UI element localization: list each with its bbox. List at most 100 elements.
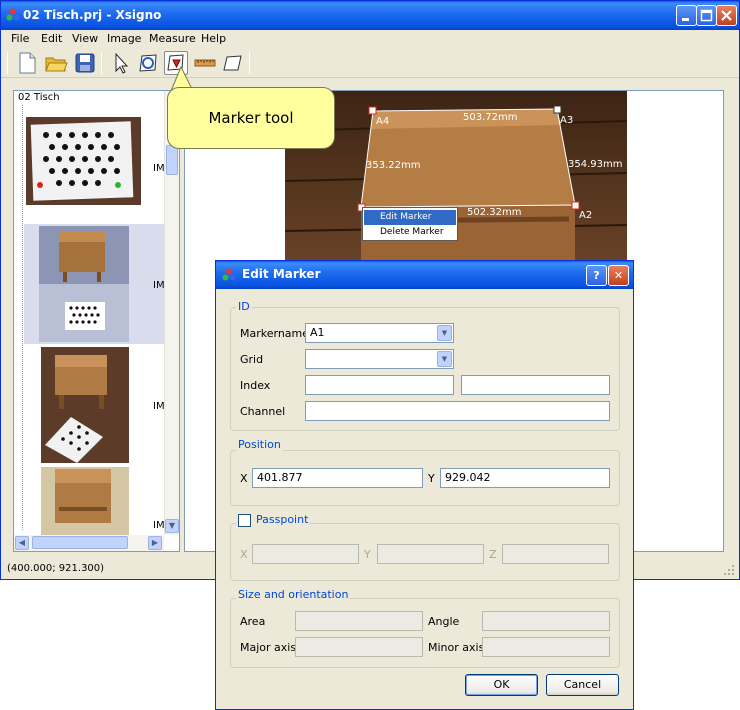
index-field-1[interactable]: [305, 375, 454, 395]
passpoint-y-label: Y: [364, 548, 371, 561]
project-node[interactable]: 02 Tisch: [18, 92, 60, 103]
x-position-field[interactable]: 401.877: [252, 468, 423, 488]
thumbnail-tree-panel[interactable]: 02 Tisch IMG_: [13, 90, 180, 552]
minor-axis-label: Minor axis: [428, 641, 485, 654]
open-button[interactable]: [44, 51, 68, 75]
tree-line: [22, 105, 23, 530]
title-bar[interactable]: 02 Tisch.prj - Xsigno: [1, 1, 739, 30]
toolbar-grip: [7, 52, 8, 74]
marker-label: A3: [560, 115, 574, 126]
maximize-icon: [700, 9, 713, 22]
photo-canvas[interactable]: [285, 91, 627, 271]
save-button[interactable]: [73, 51, 97, 75]
menu-item-edit-marker[interactable]: Edit Marker: [364, 210, 456, 225]
select-arrow-icon: [115, 52, 129, 74]
dialog-close-button[interactable]: ✕: [608, 265, 629, 286]
menu-view[interactable]: View: [72, 32, 98, 45]
close-icon: ✕: [613, 269, 624, 282]
thumbnail-image: [39, 226, 129, 342]
y-label: Y: [428, 472, 435, 485]
menu-image[interactable]: Image: [107, 32, 141, 45]
close-icon: [721, 10, 732, 21]
passpoint-x-field: [252, 544, 359, 564]
thumbnail-item[interactable]: IMG_: [24, 345, 177, 465]
toolbar-separator: [101, 52, 102, 74]
scroll-down-button[interactable]: ▼: [165, 519, 179, 533]
menu-bar: File Edit View Image Measure Help: [1, 30, 739, 48]
chevron-right-icon: ▶: [151, 538, 159, 547]
channel-field[interactable]: [305, 401, 610, 421]
help-button[interactable]: ?: [586, 265, 607, 286]
cancel-button[interactable]: Cancel: [546, 674, 619, 696]
zoom-tool-icon: [139, 54, 157, 72]
grid-combo[interactable]: ▼: [305, 349, 454, 369]
thumbnail-image: [41, 467, 129, 535]
scroll-left-button[interactable]: ◀: [15, 536, 29, 550]
polygon-tool-button[interactable]: [220, 51, 244, 75]
major-axis-field: [295, 637, 423, 657]
index-field-2[interactable]: [461, 375, 610, 395]
combo-dropdown-button[interactable]: ▼: [437, 351, 452, 367]
scrollbar-thumb[interactable]: [166, 145, 178, 175]
thumbnail-item[interactable]: IMG_: [24, 465, 164, 535]
markername-label: Markername: [240, 327, 310, 340]
menu-measure[interactable]: Measure: [149, 32, 196, 45]
thumbnail-item[interactable]: IMG_: [24, 105, 177, 225]
vertical-scrollbar[interactable]: ▼: [164, 91, 179, 535]
x-label: X: [240, 472, 248, 485]
select-tool-button[interactable]: [109, 51, 133, 75]
chevron-down-icon: ▼: [441, 329, 448, 337]
resize-grip-icon[interactable]: [723, 564, 735, 576]
dialog-title-bar[interactable]: Edit Marker ? ✕: [216, 261, 633, 289]
help-icon: ?: [593, 269, 600, 282]
y-position-field[interactable]: 929.042: [440, 468, 610, 488]
ok-button[interactable]: OK: [465, 674, 538, 696]
size-group-title: Size and orientation: [236, 588, 351, 601]
index-label: Index: [240, 379, 271, 392]
thumbnail-image: [26, 117, 141, 205]
menu-item-delete-marker[interactable]: Delete Marker: [364, 225, 456, 240]
scroll-right-button[interactable]: ▶: [148, 536, 162, 550]
position-group-title: Position: [236, 438, 283, 451]
menu-edit[interactable]: Edit: [41, 32, 62, 45]
edit-marker-dialog: Edit Marker ? ✕ ID Markername A1 ▼ Grid …: [215, 260, 634, 710]
context-menu: Edit Marker Delete Marker: [362, 207, 458, 241]
maximize-button[interactable]: [696, 5, 717, 26]
measurement-label: 353.22mm: [366, 160, 421, 171]
menu-file[interactable]: File: [11, 32, 29, 45]
toolbar-separator: [249, 52, 250, 74]
marker-label: A2: [579, 210, 593, 221]
close-button[interactable]: [716, 5, 737, 26]
marker-tool-tooltip: Marker tool: [167, 87, 335, 149]
passpoint-group-title: Passpoint: [254, 513, 311, 526]
passpoint-x-label: X: [240, 548, 248, 561]
window-title: 02 Tisch.prj - Xsigno: [23, 8, 162, 22]
polygon-icon: [223, 55, 242, 71]
major-axis-label: Major axis: [240, 641, 297, 654]
id-group-title: ID: [236, 300, 252, 313]
passpoint-checkbox[interactable]: [238, 514, 251, 527]
area-field: [295, 611, 423, 631]
measurement-label: 503.72mm: [463, 112, 518, 123]
new-file-button[interactable]: [15, 51, 39, 75]
measurement-label: 354.93mm: [568, 159, 623, 170]
markername-combo[interactable]: A1 ▼: [305, 323, 454, 343]
channel-label: Channel: [240, 405, 286, 418]
zoom-tool-button[interactable]: [136, 51, 160, 75]
area-label: Area: [240, 615, 266, 628]
measurement-label: 502.32mm: [467, 207, 522, 218]
menu-help[interactable]: Help: [201, 32, 226, 45]
passpoint-y-field: [377, 544, 484, 564]
horizontal-scrollbar[interactable]: ◀ ▶: [14, 535, 164, 551]
chevron-down-icon: ▼: [168, 521, 176, 530]
scrollbar-thumb[interactable]: [32, 536, 128, 549]
minimize-icon: [682, 18, 689, 21]
minimize-button[interactable]: [676, 5, 697, 26]
angle-label: Angle: [428, 615, 460, 628]
combo-dropdown-button[interactable]: ▼: [437, 325, 452, 341]
size-orientation-group: [230, 598, 620, 668]
thumbnail-item[interactable]: IMG_: [24, 224, 177, 344]
chevron-down-icon: ▼: [441, 355, 448, 363]
angle-field: [482, 611, 610, 631]
passpoint-checkbox-row[interactable]: Passpoint: [236, 513, 311, 528]
